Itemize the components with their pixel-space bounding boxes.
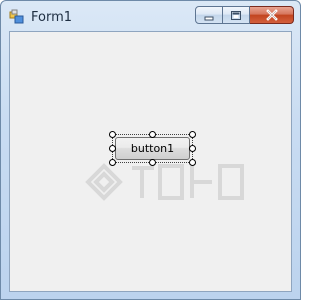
resize-handle-top-left[interactable]	[109, 131, 116, 138]
form-client-area[interactable]: button1	[9, 31, 292, 292]
title-bar[interactable]: Form1	[1, 1, 300, 31]
window-title: Form1	[31, 10, 73, 25]
watermark-logo	[85, 163, 244, 201]
minimize-icon	[203, 6, 215, 25]
minimize-button[interactable]	[195, 6, 223, 24]
resize-handle-bottom-right[interactable]	[189, 159, 196, 166]
form-window: Form1 button1	[0, 0, 301, 300]
resize-handle-left[interactable]	[109, 145, 116, 152]
button1-control[interactable]: button1	[115, 137, 190, 160]
resize-handle-bottom-left[interactable]	[109, 159, 116, 166]
maximize-button[interactable]	[223, 6, 250, 24]
form-icon	[9, 9, 25, 25]
caption-buttons	[195, 6, 294, 26]
close-button[interactable]	[250, 6, 294, 24]
resize-handle-bottom[interactable]	[149, 159, 156, 166]
resize-handle-top[interactable]	[149, 131, 156, 138]
resize-handle-right[interactable]	[189, 145, 196, 152]
resize-handle-top-right[interactable]	[189, 131, 196, 138]
close-icon	[265, 6, 279, 25]
maximize-icon	[230, 6, 242, 25]
